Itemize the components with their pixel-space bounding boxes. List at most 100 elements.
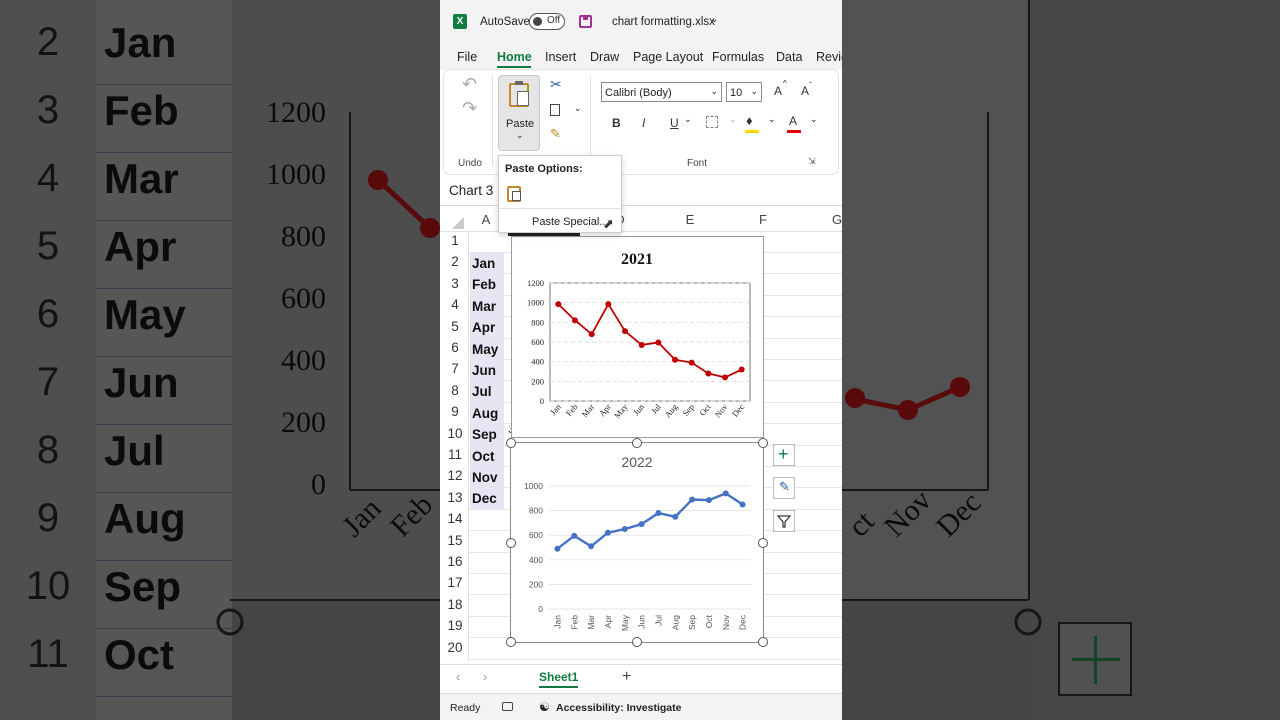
select-all-corner[interactable] — [452, 217, 464, 229]
cut-icon[interactable]: ✂ — [550, 76, 562, 93]
col-header-e[interactable]: E — [680, 209, 700, 231]
paste-special-item[interactable]: Paste Special... — [532, 216, 608, 228]
row-header[interactable]: 8 — [440, 383, 470, 398]
row-header[interactable]: 9 — [440, 404, 470, 419]
resize-handle-ml[interactable] — [506, 538, 516, 548]
data-point — [655, 339, 662, 346]
accessibility-status[interactable]: Accessibility: Investigate — [556, 702, 681, 714]
tab-page-layout[interactable]: Page Layout — [633, 50, 703, 64]
underline-button[interactable]: U — [670, 116, 679, 130]
cell-month[interactable]: Aug — [470, 402, 504, 424]
cell-month[interactable]: Dec — [470, 488, 504, 510]
scroll-left-icon[interactable]: ‹ — [456, 669, 460, 684]
x-tick-label: Oct — [697, 401, 713, 417]
row-header[interactable]: 2 — [440, 254, 470, 269]
row-header[interactable]: 4 — [440, 297, 470, 312]
redo-icon[interactable]: ↷ — [462, 98, 477, 119]
resize-handle-tm[interactable] — [632, 438, 642, 448]
chevron-down-icon[interactable]: ⌄ — [729, 114, 737, 125]
row-header[interactable]: 15 — [440, 533, 470, 548]
resize-handle-tr[interactable] — [758, 438, 768, 448]
row-header[interactable]: 6 — [440, 340, 470, 355]
chart-title: 2022 — [621, 454, 652, 470]
row-header[interactable]: 3 — [440, 276, 470, 291]
chevron-down-icon[interactable]: ⌄ — [710, 14, 718, 25]
cell-month[interactable]: Sep — [470, 424, 504, 446]
row-header[interactable]: 17 — [440, 575, 470, 590]
tab-insert[interactable]: Insert — [545, 50, 576, 64]
row-header[interactable]: 7 — [440, 361, 470, 376]
name-box[interactable]: Chart 3 — [449, 183, 493, 198]
y-tick-label: 800 — [529, 506, 543, 516]
chart-elements-button[interactable]: + — [773, 444, 795, 466]
row-header[interactable]: 11 — [440, 447, 470, 462]
italic-button[interactable]: I — [642, 116, 645, 130]
row-header[interactable]: 18 — [440, 597, 470, 612]
chart-2022[interactable]: 2022 0 200 400 600 800 1000 Jan Feb Mar Apr May Jun J… — [510, 442, 764, 643]
font-size-select[interactable]: 10 ⌄ — [726, 82, 762, 102]
copy-icon[interactable] — [550, 104, 560, 116]
chevron-down-icon[interactable]: ⌄ — [684, 114, 692, 125]
tab-formulas[interactable]: Formulas — [712, 50, 764, 64]
resize-handle-tl[interactable] — [506, 438, 516, 448]
row-header[interactable]: 1 — [440, 233, 470, 248]
row-header[interactable]: 19 — [440, 618, 470, 633]
chart-filters-button[interactable] — [773, 510, 795, 532]
sheet-tab-sheet1[interactable]: Sheet1 — [539, 670, 579, 688]
undo-icon[interactable]: ↶ — [462, 74, 477, 95]
cell-month[interactable]: May — [470, 338, 504, 360]
paste-clipboard-icon[interactable] — [507, 186, 521, 202]
tab-draw[interactable]: Draw — [590, 50, 619, 64]
cell-month[interactable]: Mar — [470, 295, 504, 317]
row-header[interactable]: 20 — [440, 640, 470, 655]
filename[interactable]: chart formatting.xlsx — [612, 16, 715, 28]
tab-home[interactable]: Home — [497, 50, 532, 64]
cell-month[interactable]: Nov — [470, 466, 504, 488]
tab-file[interactable]: File — [457, 50, 477, 64]
bold-button[interactable]: B — [612, 116, 621, 130]
resize-handle-bm[interactable] — [632, 637, 642, 647]
chart-2021[interactable]: 2021 0 200 400 600 800 1000 1200 Jan Feb Mar Apr May… — [511, 236, 764, 438]
row-header[interactable]: 16 — [440, 554, 470, 569]
cell-month[interactable]: Apr — [470, 317, 504, 339]
cell-month[interactable]: Jul — [470, 381, 504, 403]
row-header[interactable]: 12 — [440, 468, 470, 483]
save-icon[interactable] — [579, 15, 592, 28]
macro-record-icon[interactable] — [502, 702, 513, 711]
resize-handle-mr[interactable] — [758, 538, 768, 548]
cell-month[interactable]: Feb — [470, 274, 504, 296]
col-header-g[interactable]: G — [827, 209, 842, 231]
row-header[interactable]: 13 — [440, 490, 470, 505]
borders-icon[interactable] — [706, 116, 718, 128]
cell-month[interactable]: Oct — [470, 445, 504, 467]
cell-month[interactable]: Jun — [470, 359, 504, 381]
scroll-right-icon[interactable]: › — [483, 669, 487, 684]
format-painter-icon[interactable]: ✎ — [550, 126, 561, 142]
add-sheet-button[interactable]: + — [622, 668, 631, 686]
chevron-down-icon[interactable]: ⌄ — [768, 114, 776, 125]
paste-button[interactable]: Paste ⌄ — [498, 75, 540, 151]
row-header[interactable]: 5 — [440, 319, 470, 334]
autosave-toggle[interactable]: Off — [529, 13, 565, 30]
dialog-launcher-icon[interactable]: ⇲ — [808, 156, 816, 167]
font-name-select[interactable]: Calibri (Body) ⌄ — [601, 82, 722, 102]
fill-color-icon[interactable]: ♦ — [746, 113, 753, 128]
cell-month[interactable]: Jan — [470, 252, 504, 274]
grow-font-button[interactable]: A — [774, 84, 782, 98]
tab-review[interactable]: Revie — [816, 50, 842, 64]
data-point — [689, 496, 696, 503]
chart-styles-button[interactable]: ✎ — [773, 477, 795, 499]
col-header-f[interactable]: F — [753, 209, 773, 231]
resize-handle-br[interactable] — [758, 637, 768, 647]
font-color-button[interactable]: A — [789, 114, 797, 128]
col-header-a[interactable]: A — [476, 209, 496, 231]
x-tick-label: Apr — [603, 615, 613, 628]
chevron-down-icon[interactable]: ⌄ — [574, 103, 582, 114]
row-header[interactable]: 10 — [440, 426, 470, 441]
tab-data[interactable]: Data — [776, 50, 802, 64]
resize-handle-bl[interactable] — [506, 637, 516, 647]
row-header[interactable]: 14 — [440, 511, 470, 526]
x-tick-label: Jul — [653, 615, 663, 626]
shrink-font-button[interactable]: A — [801, 84, 809, 98]
chevron-down-icon[interactable]: ⌄ — [810, 114, 818, 125]
